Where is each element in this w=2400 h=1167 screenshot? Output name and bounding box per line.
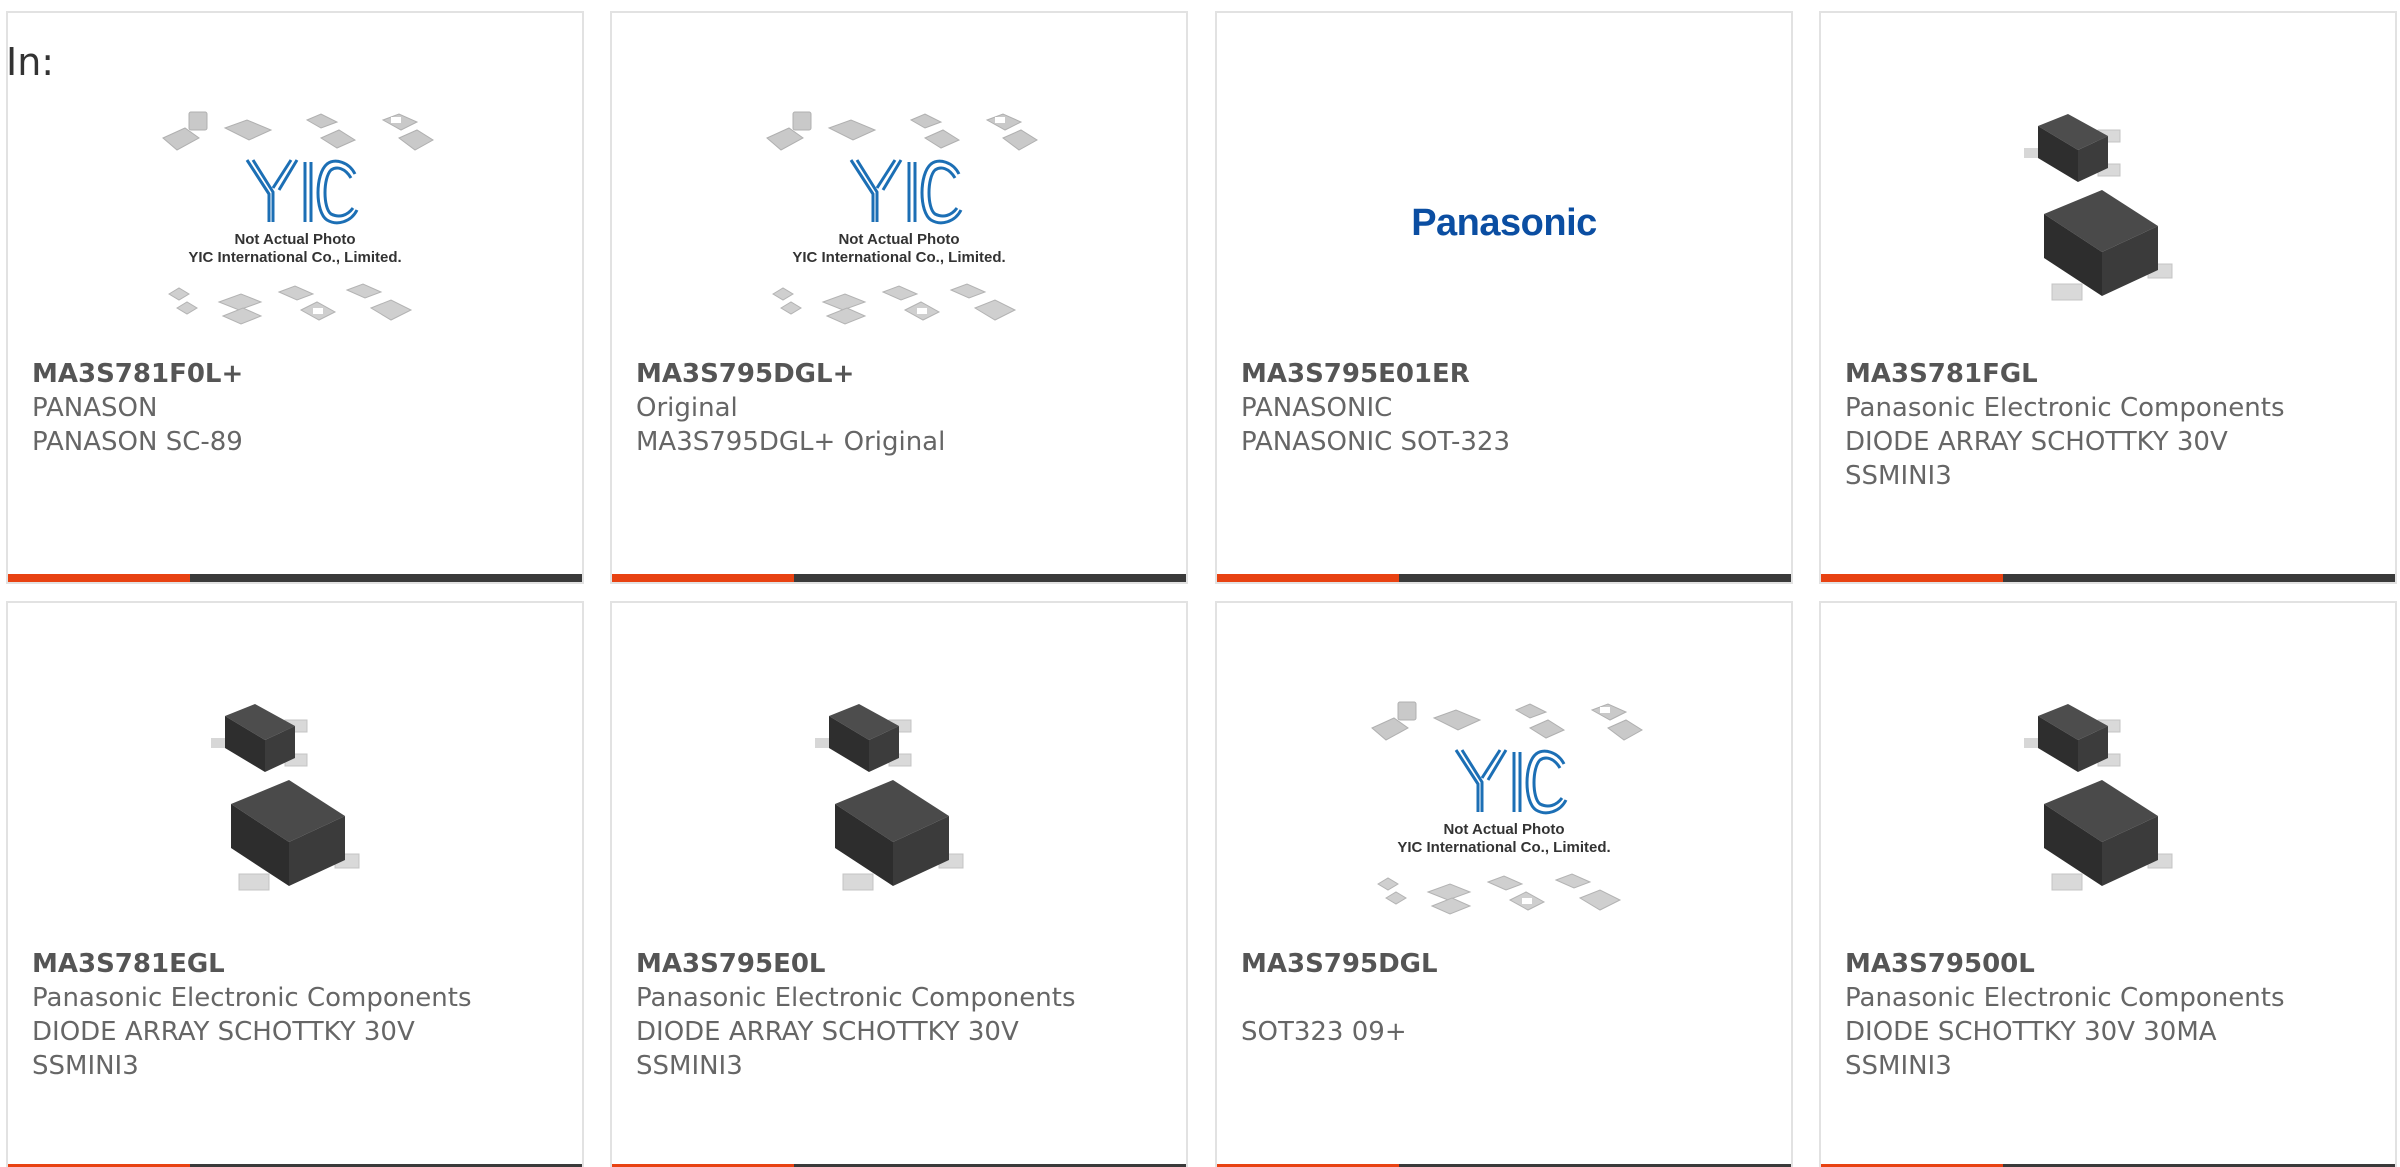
product-desc-line2: DIODE ARRAY SCHOTTKY 30V <box>32 1017 415 1047</box>
product-info: MA3S781FGL Panasonic Electronic Component… <box>1845 357 2371 493</box>
yic-placeholder-image: Not Actual Photo YIC International Co., … <box>1371 701 1643 915</box>
card-accent-bar <box>1821 574 2003 582</box>
product-thumbnail[interactable] <box>1821 93 2395 353</box>
product-desc-line1: Panasonic Electronic Components <box>32 983 472 1013</box>
product-desc-line3 <box>1241 1049 1767 1083</box>
card-bottom-bar <box>612 574 1186 582</box>
yic-placeholder-image: Not Actual Photo YIC International Co., … <box>162 111 434 325</box>
ssmini3-package-image <box>2024 704 2173 891</box>
product-desc-line3 <box>636 459 1162 493</box>
product-desc-line2: DIODE ARRAY SCHOTTKY 30V <box>1845 427 2228 457</box>
product-info: MA3S795DGL+ Original MA3S795DGL+ Original <box>636 357 1162 493</box>
product-card[interactable]: Not Actual Photo YIC International Co., … <box>610 11 1188 584</box>
product-thumbnail[interactable]: Not Actual Photo YIC International Co., … <box>8 93 582 353</box>
placeholder-line2: YIC International Co., Limited. <box>1397 839 1610 856</box>
product-desc-line2: SOT323 09+ <box>1241 1017 1407 1047</box>
product-card[interactable]: MA3S781EGL Panasonic Electronic Component… <box>6 601 584 1167</box>
part-number-link[interactable]: MA3S781F0L+ <box>32 357 558 391</box>
product-thumbnail[interactable]: Panasonic <box>1217 93 1791 353</box>
card-accent-bar <box>8 574 190 582</box>
placeholder-line2: YIC International Co., Limited. <box>792 249 1005 266</box>
ssmini3-package-image <box>2024 114 2173 301</box>
product-desc-line2: DIODE SCHOTTKY 30V 30MA <box>1845 1017 2217 1047</box>
ssmini3-package-image <box>211 704 360 891</box>
card-accent-bar <box>612 574 794 582</box>
product-desc-line2: PANASON SC-89 <box>32 427 243 457</box>
in-label: In: <box>6 40 55 84</box>
product-thumbnail[interactable] <box>1821 683 2395 943</box>
placeholder-line1: Not Actual Photo <box>1443 821 1564 838</box>
product-desc-line3: SSMINI3 <box>636 1051 743 1081</box>
card-bottom-bar <box>1217 574 1791 582</box>
product-info: MA3S781F0L+ PANASON PANASON SC-89 <box>32 357 558 493</box>
product-desc-line1: PANASONIC <box>1241 393 1393 423</box>
product-desc-line1: PANASON <box>32 393 158 423</box>
part-number-link[interactable]: MA3S781FGL <box>1845 357 2371 391</box>
yic-placeholder-image: Not Actual Photo YIC International Co., … <box>766 111 1038 325</box>
product-desc-line1: Original <box>636 393 738 423</box>
product-desc-line3: SSMINI3 <box>32 1051 139 1081</box>
product-card[interactable]: MA3S795E0L Panasonic Electronic Component… <box>610 601 1188 1167</box>
product-card[interactable]: MA3S79500L Panasonic Electronic Component… <box>1819 601 2397 1167</box>
product-thumbnail[interactable] <box>8 683 582 943</box>
card-bottom-bar <box>8 574 582 582</box>
part-number-link[interactable]: MA3S781EGL <box>32 947 558 981</box>
product-info: MA3S795E0L Panasonic Electronic Component… <box>636 947 1162 1083</box>
card-accent-bar <box>1217 574 1399 582</box>
product-desc-line3 <box>1241 459 1767 493</box>
product-thumbnail[interactable]: Not Actual Photo YIC International Co., … <box>1217 683 1791 943</box>
product-desc-line3: SSMINI3 <box>1845 461 1952 491</box>
product-desc-line3 <box>32 459 558 493</box>
product-desc-line3: SSMINI3 <box>1845 1051 1952 1081</box>
part-number-link[interactable]: MA3S795E01ER <box>1241 357 1767 391</box>
placeholder-line2: YIC International Co., Limited. <box>188 249 401 266</box>
part-number-link[interactable]: MA3S795DGL <box>1241 947 1767 981</box>
product-grid-page: In: Not Actual Photo YIC International C… <box>0 0 2400 1167</box>
part-number-link[interactable]: MA3S795DGL+ <box>636 357 1162 391</box>
product-desc-line1 <box>1241 981 1767 1015</box>
product-thumbnail[interactable]: Not Actual Photo YIC International Co., … <box>612 93 1186 353</box>
product-info: MA3S79500L Panasonic Electronic Component… <box>1845 947 2371 1083</box>
placeholder-line1: Not Actual Photo <box>838 231 959 248</box>
product-info: MA3S781EGL Panasonic Electronic Component… <box>32 947 558 1083</box>
product-desc-line2: PANASONIC SOT-323 <box>1241 427 1511 457</box>
ssmini3-package-image <box>815 704 964 891</box>
part-number-link[interactable]: MA3S795E0L <box>636 947 1162 981</box>
product-card[interactable]: Not Actual Photo YIC International Co., … <box>6 11 584 584</box>
card-bottom-bar <box>1821 574 2395 582</box>
product-card[interactable]: MA3S781FGL Panasonic Electronic Component… <box>1819 11 2397 584</box>
product-desc-line2: DIODE ARRAY SCHOTTKY 30V <box>636 1017 1019 1047</box>
product-desc-line1: Panasonic Electronic Components <box>1845 983 2285 1013</box>
placeholder-line1: Not Actual Photo <box>234 231 355 248</box>
part-number-link[interactable]: MA3S79500L <box>1845 947 2371 981</box>
product-thumbnail[interactable] <box>612 683 1186 943</box>
product-info: MA3S795DGL SOT323 09+ <box>1241 947 1767 1083</box>
product-desc-line1: Panasonic Electronic Components <box>636 983 1076 1013</box>
product-desc-line1: Panasonic Electronic Components <box>1845 393 2285 423</box>
product-card[interactable]: Panasonic MA3S795E01ER PANASONIC PANASONIC … <box>1215 11 1793 584</box>
product-desc-line2: MA3S795DGL+ Original <box>636 427 946 457</box>
product-info: MA3S795E01ER PANASONIC PANASONIC SOT-323 <box>1241 357 1767 493</box>
product-card[interactable]: Not Actual Photo YIC International Co., … <box>1215 601 1793 1167</box>
panasonic-logo: Panasonic <box>1411 201 1597 244</box>
